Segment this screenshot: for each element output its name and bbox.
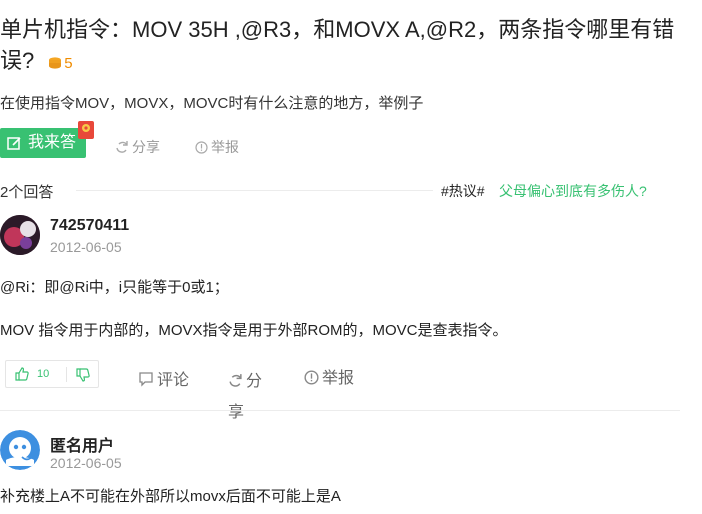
comment-link[interactable]: 评论 <box>138 366 189 390</box>
hot-tag[interactable]: #热议# <box>441 181 485 201</box>
answer-share-label: 分 <box>246 373 263 390</box>
avatar[interactable] <box>0 215 40 255</box>
report-icon <box>304 370 319 385</box>
answer-share-link[interactable]: 分 <box>228 367 262 391</box>
thumb-up-icon[interactable] <box>15 367 29 381</box>
answer-divider <box>0 410 680 411</box>
vote-separator <box>66 367 67 382</box>
like-count: 10 <box>37 368 50 380</box>
answer-paragraph: @Ri：即@Ri中，i只能等于0或1； <box>0 279 229 296</box>
avatar-anonymous-icon <box>0 430 40 470</box>
question-share-link[interactable]: 分享 <box>115 137 160 157</box>
question-title: 单片机指令：MOV 35H ,@R3，和MOVX A,@R2，两条指令哪里有错误… <box>0 14 690 79</box>
hot-topic-link[interactable]: 父母偏心到底有多伤人? <box>499 181 647 201</box>
header-divider <box>76 190 433 191</box>
answer-date: 2012-06-05 <box>50 455 122 471</box>
report-icon <box>195 141 208 154</box>
question-report-label: 举报 <box>211 139 239 155</box>
answer-button[interactable]: 我来答 <box>0 128 86 158</box>
question-description: 在使用指令MOV，MOVX，MOVC时有什么注意的地方，举例子 <box>0 95 424 112</box>
answer-paragraph: 补充楼上A不可能在外部所以movx后面不可能上是A <box>0 488 341 505</box>
question-title-text: 单片机指令：MOV 35H ,@R3，和MOVX A,@R2，两条指令哪里有错误… <box>0 17 675 73</box>
question-report-link[interactable]: 举报 <box>195 137 239 157</box>
answer-report-link[interactable]: 举报 <box>304 364 354 388</box>
vote-box: 10 <box>5 360 99 388</box>
answer-username[interactable]: 742570411 <box>50 217 129 235</box>
answer-count: 2个回答 <box>0 184 54 201</box>
thumb-down-icon[interactable] <box>76 368 90 382</box>
question-share-label: 分享 <box>132 139 160 155</box>
answer-button-label: 我来答 <box>28 134 77 151</box>
answer-report-label: 举报 <box>322 370 355 387</box>
red-envelope-icon[interactable] <box>76 120 96 140</box>
answer-username: 匿名用户 <box>50 438 115 455</box>
comment-label: 评论 <box>157 372 190 389</box>
share-icon <box>229 374 242 387</box>
comment-icon <box>139 372 153 387</box>
avatar <box>0 430 40 470</box>
share-icon <box>116 141 128 153</box>
avatar-image <box>0 215 40 255</box>
answer-paragraph: MOV 指令用于内部的，MOVX指令是用于外部ROM的，MOVC是查表指令。 <box>0 322 508 339</box>
answer-date: 2012-06-05 <box>50 239 122 255</box>
reward-badge: 5 <box>48 46 73 79</box>
edit-icon <box>7 137 21 150</box>
reward-amount: 5 <box>64 54 73 72</box>
coin-icon <box>49 57 62 69</box>
